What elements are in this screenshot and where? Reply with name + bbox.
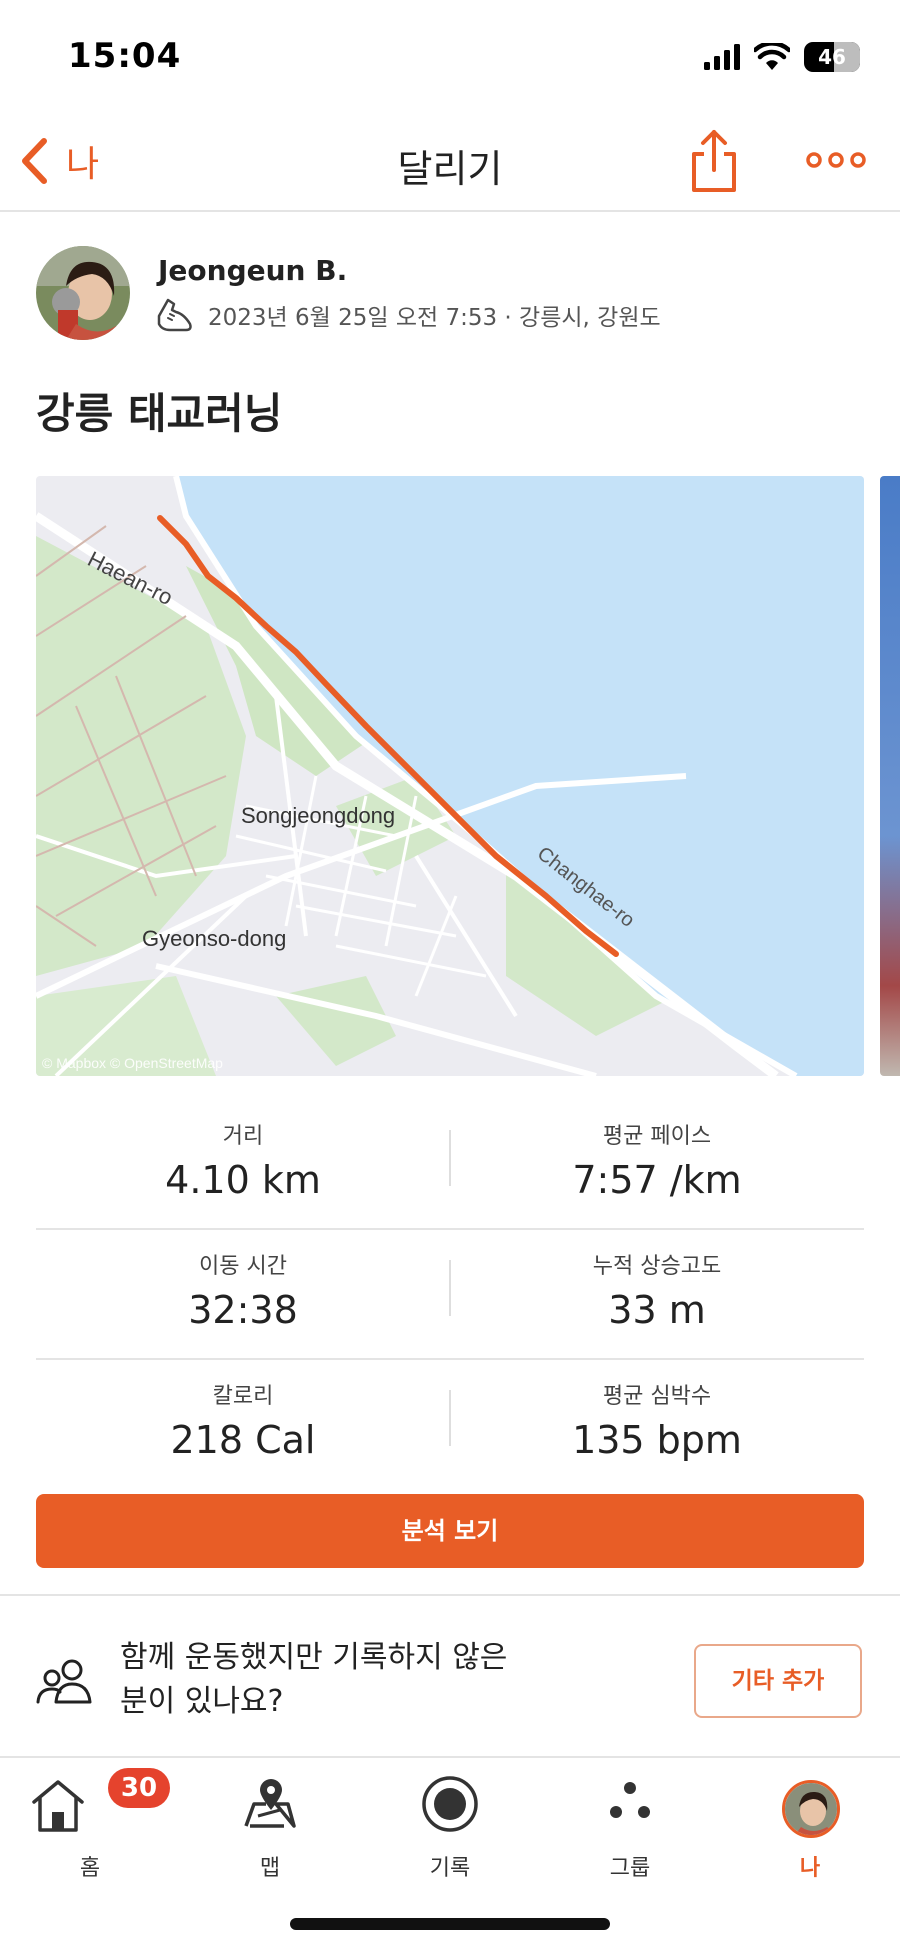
- athlete-name[interactable]: Jeongeun B.: [158, 254, 347, 287]
- prompt-line-1: 함께 운동했지만 기록하지 않은: [120, 1640, 508, 1675]
- stat-elevation-gain: 누적 상승고도 33 m: [450, 1248, 864, 1332]
- tab-groups[interactable]: 그룹: [540, 1768, 720, 1881]
- running-shoe-icon: [157, 298, 192, 332]
- stat-label: 평균 페이스: [602, 1124, 712, 1149]
- share-button[interactable]: [686, 128, 742, 194]
- groups-icon: [610, 1782, 650, 1818]
- nav-bar: 나 달리기: [0, 110, 900, 212]
- stat-label: 거리: [222, 1124, 264, 1149]
- stat-label: 평균 심박수: [602, 1384, 712, 1409]
- home-icon: [32, 1780, 84, 1832]
- share-icon: [692, 130, 736, 192]
- stat-value: 4.10 km: [165, 1158, 321, 1202]
- tab-label: 나: [799, 1856, 821, 1881]
- view-analysis-button[interactable]: 분석 보기: [36, 1494, 864, 1568]
- prompt-line-2: 분이 있나요?: [120, 1684, 284, 1719]
- activity-title: 강릉 태교러닝: [36, 389, 283, 438]
- athlete-avatar[interactable]: [36, 246, 130, 340]
- stat-value: 7:57 /km: [572, 1158, 742, 1202]
- stat-label: 이동 시간: [199, 1254, 287, 1279]
- stat-label: 누적 상승고도: [592, 1254, 722, 1279]
- more-icon: [806, 152, 866, 168]
- add-others-prompt: 함께 운동했지만 기록하지 않은 분이 있나요?: [120, 1636, 560, 1724]
- status-bar: 15:04 46: [0, 0, 900, 110]
- tab-record[interactable]: 기록: [360, 1768, 540, 1881]
- tab-label: 맵: [259, 1856, 281, 1881]
- stats-row: 칼로리 218 Cal 평균 심박수 135 bpm: [36, 1360, 864, 1490]
- battery-level: 46: [818, 45, 846, 69]
- tab-label: 기록: [429, 1856, 471, 1881]
- add-others-button[interactable]: 기타 추가: [694, 1644, 862, 1718]
- cellular-signal-icon: [704, 44, 740, 70]
- stat-value: 218 Cal: [170, 1418, 316, 1462]
- stat-value: 33 m: [608, 1288, 706, 1332]
- stats-row: 거리 4.10 km 평균 페이스 7:57 /km: [36, 1100, 864, 1230]
- stat-avg-pace: 평균 페이스 7:57 /km: [450, 1118, 864, 1202]
- more-options-button[interactable]: [806, 150, 866, 170]
- stat-value: 32:38: [188, 1288, 298, 1332]
- wifi-icon: [754, 43, 790, 70]
- stat-moving-time: 이동 시간 32:38: [36, 1248, 450, 1332]
- map-label-district-1: Songjeongdong: [241, 803, 395, 828]
- stats-row: 이동 시간 32:38 누적 상승고도 33 m: [36, 1230, 864, 1360]
- route-map[interactable]: Haean-ro Songjeongdong Gyeonso-dong Chan…: [36, 476, 864, 1076]
- profile-avatar: [782, 1780, 840, 1838]
- tab-label: 홈: [79, 1856, 101, 1881]
- stat-value: 135 bpm: [572, 1418, 742, 1462]
- battery-icon: 46: [804, 42, 860, 72]
- tab-home[interactable]: 30 홈: [0, 1768, 180, 1881]
- notification-badge: 30: [108, 1768, 170, 1808]
- page-title: 달리기: [397, 147, 503, 191]
- tab-label: 그룹: [609, 1856, 651, 1881]
- stat-calories: 칼로리 218 Cal: [36, 1378, 450, 1462]
- stat-avg-heart-rate: 평균 심박수 135 bpm: [450, 1378, 864, 1462]
- stat-distance: 거리 4.10 km: [36, 1118, 450, 1202]
- record-icon: [422, 1776, 478, 1832]
- section-divider: [0, 1594, 900, 1596]
- map-canvas: Haean-ro Songjeongdong Gyeonso-dong Chan…: [36, 476, 864, 1076]
- people-icon: [36, 1659, 92, 1704]
- home-indicator: [290, 1918, 610, 1930]
- activity-meta: 2023년 6월 25일 오전 7:53 · 강릉시, 강원도: [208, 305, 661, 331]
- map-icon: [244, 1779, 296, 1828]
- activity-header: Jeongeun B. 2023년 6월 25일 오전 7:53 · 강릉시, …: [0, 240, 900, 350]
- stats-grid: 거리 4.10 km 평균 페이스 7:57 /km 이동 시간 32:38 누…: [36, 1100, 864, 1490]
- tab-you[interactable]: 나: [720, 1768, 900, 1881]
- tab-maps[interactable]: 맵: [180, 1768, 360, 1881]
- status-time: 15:04: [68, 36, 182, 76]
- map-label-district-2: Gyeonso-dong: [142, 926, 286, 951]
- add-others-section: 함께 운동했지만 기록하지 않은 분이 있나요? 기타 추가: [0, 1600, 900, 1760]
- stat-label: 칼로리: [212, 1384, 274, 1409]
- status-icons: 46: [704, 40, 860, 74]
- map-attribution: © Mapbox © OpenStreetMap: [42, 1055, 223, 1071]
- next-photo-peek[interactable]: [880, 476, 900, 1076]
